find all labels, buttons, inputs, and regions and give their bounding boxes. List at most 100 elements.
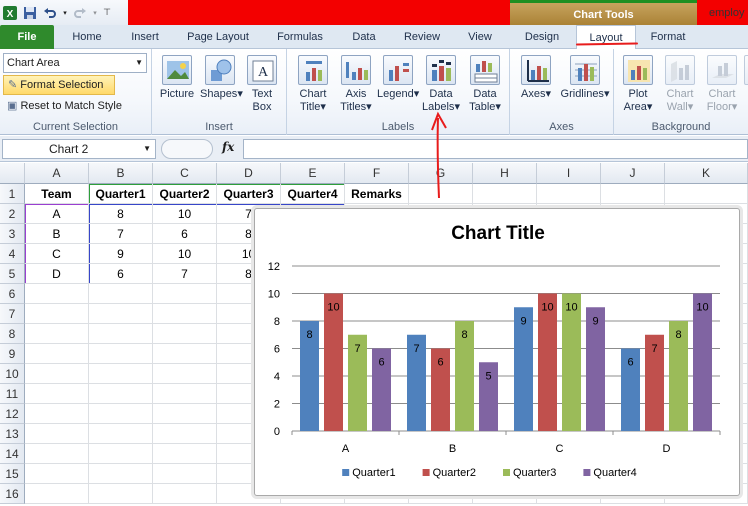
cell-b1[interactable]: Quarter1 [89, 184, 153, 204]
column-header-a[interactable]: A [25, 163, 89, 184]
select-all-corner[interactable] [0, 163, 25, 184]
row-header-8[interactable]: 8 [0, 324, 25, 344]
legend-entry-quarter4[interactable]: Quarter4 [593, 467, 636, 479]
legend-entry-quarter3[interactable]: Quarter3 [513, 467, 556, 479]
cell-j1[interactable] [601, 184, 665, 204]
cell-b11[interactable] [89, 384, 153, 404]
cell-e1[interactable]: Quarter4 [281, 184, 345, 204]
row-header-12[interactable]: 12 [0, 404, 25, 424]
cell-c10[interactable] [153, 364, 217, 384]
tab-design[interactable]: Design [514, 25, 570, 49]
cell-c6[interactable] [153, 284, 217, 304]
embedded-chart[interactable]: Chart Title 0 2 4 6 8 10 12 8 10 7 6 A 7 6 8 5 B 9 10 10 9 C 6… [254, 208, 740, 496]
column-header-h[interactable]: H [473, 163, 537, 184]
cell-a14[interactable] [25, 444, 89, 464]
row-header-16[interactable]: 16 [0, 484, 25, 504]
row-header-6[interactable]: 6 [0, 284, 25, 304]
format-selection-button[interactable]: ✎ Format Selection [3, 75, 115, 95]
data-labels-button[interactable]: Data Labels▾ [421, 55, 461, 114]
row-header-10[interactable]: 10 [0, 364, 25, 384]
save-icon[interactable] [22, 5, 38, 21]
column-header-d[interactable]: D [217, 163, 281, 184]
row-header-13[interactable]: 13 [0, 424, 25, 444]
cell-b9[interactable] [89, 344, 153, 364]
row-header-4[interactable]: 4 [0, 244, 25, 264]
cell-c2[interactable]: 10 [153, 204, 217, 224]
column-header-g[interactable]: G [409, 163, 473, 184]
cell-b13[interactable] [89, 424, 153, 444]
chart-wall-button[interactable]: Chart Wall▾ [660, 55, 700, 114]
cell-a4[interactable]: C [25, 244, 89, 264]
formula-input[interactable] [243, 139, 748, 159]
row-header-2[interactable]: 2 [0, 204, 25, 224]
cell-a6[interactable] [25, 284, 89, 304]
tab-view[interactable]: View [456, 25, 504, 49]
cell-b5[interactable]: 6 [89, 264, 153, 284]
tab-review[interactable]: Review [394, 25, 450, 49]
tab-format[interactable]: Format [640, 25, 696, 49]
chevron-down-icon[interactable]: ▼ [143, 140, 151, 158]
excel-logo-icon[interactable]: X [2, 5, 18, 21]
cell-a7[interactable] [25, 304, 89, 324]
row-header-14[interactable]: 14 [0, 444, 25, 464]
legend-entry-quarter1[interactable]: Quarter1 [352, 467, 395, 479]
cell-a11[interactable] [25, 384, 89, 404]
cell-a15[interactable] [25, 464, 89, 484]
cell-b4[interactable]: 9 [89, 244, 153, 264]
tab-page-layout[interactable]: Page Layout [178, 25, 258, 49]
cell-c1[interactable]: Quarter2 [153, 184, 217, 204]
cell-a5[interactable]: D [25, 264, 89, 284]
tab-layout[interactable]: Layout [576, 25, 636, 50]
cell-i1[interactable] [537, 184, 601, 204]
row-header-3[interactable]: 3 [0, 224, 25, 244]
cell-c15[interactable] [153, 464, 217, 484]
chart-floor-button[interactable]: Chart Floor▾ [702, 55, 742, 114]
chart-title-button[interactable]: Chart Title▾ [293, 55, 333, 114]
cell-c16[interactable] [153, 484, 217, 504]
cell-b10[interactable] [89, 364, 153, 384]
row-header-9[interactable]: 9 [0, 344, 25, 364]
tab-home[interactable]: Home [60, 25, 114, 49]
cell-a3[interactable]: B [25, 224, 89, 244]
row-header-7[interactable]: 7 [0, 304, 25, 324]
column-header-e[interactable]: E [281, 163, 345, 184]
cell-c4[interactable]: 10 [153, 244, 217, 264]
column-header-j[interactable]: J [601, 163, 665, 184]
column-header-b[interactable]: B [89, 163, 153, 184]
row-header-1[interactable]: 1 [0, 184, 25, 204]
cell-c9[interactable] [153, 344, 217, 364]
cell-b2[interactable]: 8 [89, 204, 153, 224]
cell-c14[interactable] [153, 444, 217, 464]
cell-b3[interactable]: 7 [89, 224, 153, 244]
bar-quarter4-d[interactable] [693, 293, 712, 432]
reset-to-match-style-button[interactable]: ▣ Reset to Match Style [3, 97, 122, 117]
cell-a10[interactable] [25, 364, 89, 384]
customize-qat-icon[interactable]: ⊤ [102, 5, 112, 21]
cell-a2[interactable]: A [25, 204, 89, 224]
chart-plot[interactable]: 0 2 4 6 8 10 12 8 10 7 6 A 7 6 8 5 B 9 10 10 9 C 6 7 8 10 D Quarter… [255, 209, 741, 497]
redo-dropdown-icon[interactable]: ▾ [92, 5, 98, 21]
axis-titles-button[interactable]: Axis Titles▾ [337, 55, 375, 114]
cell-b16[interactable] [89, 484, 153, 504]
cell-b7[interactable] [89, 304, 153, 324]
tab-formulas[interactable]: Formulas [268, 25, 332, 49]
cell-d1[interactable]: Quarter3 [217, 184, 281, 204]
cell-h1[interactable] [473, 184, 537, 204]
column-header-f[interactable]: F [345, 163, 409, 184]
cell-c3[interactable]: 6 [153, 224, 217, 244]
cell-b15[interactable] [89, 464, 153, 484]
undo-icon[interactable] [42, 5, 58, 21]
cell-c11[interactable] [153, 384, 217, 404]
cell-a13[interactable] [25, 424, 89, 444]
tab-insert[interactable]: Insert [118, 25, 172, 49]
cell-a16[interactable] [25, 484, 89, 504]
cell-a1[interactable]: Team [25, 184, 89, 204]
legend-entry-quarter2[interactable]: Quarter2 [433, 467, 476, 479]
row-header-11[interactable]: 11 [0, 384, 25, 404]
cell-c12[interactable] [153, 404, 217, 424]
legend-button[interactable]: Legend▾ [377, 55, 419, 101]
cell-a12[interactable] [25, 404, 89, 424]
cell-b6[interactable] [89, 284, 153, 304]
insert-shapes-button[interactable]: Shapes▾ [200, 55, 243, 101]
cell-b12[interactable] [89, 404, 153, 424]
